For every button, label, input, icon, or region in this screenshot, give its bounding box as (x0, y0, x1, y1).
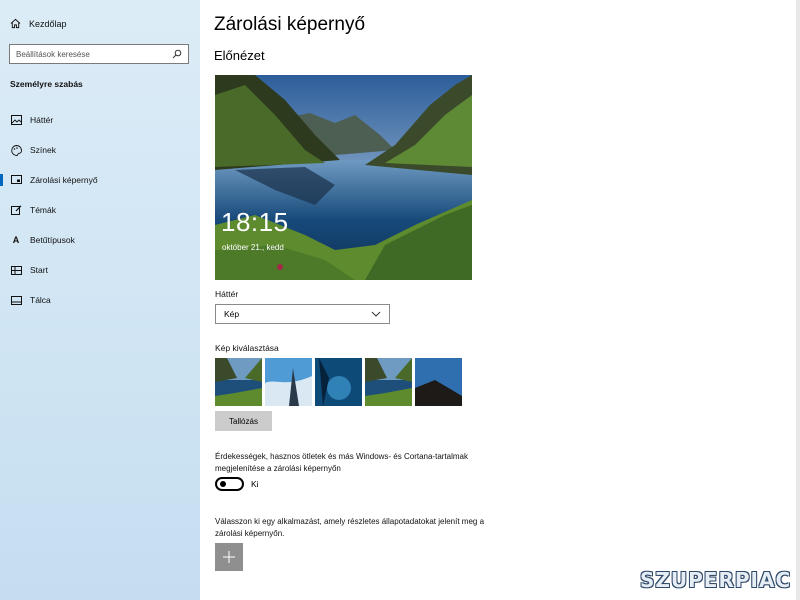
plus-icon (223, 551, 235, 563)
picture-thumbnail[interactable] (415, 358, 462, 406)
page-title: Zárolási képernyő (214, 14, 366, 35)
font-icon: A (12, 235, 20, 245)
picture-thumbnail[interactable] (365, 358, 412, 406)
preview-date: október 21., kedd (222, 243, 284, 252)
sidebar-item-label: Témák (30, 205, 56, 215)
background-label: Háttér (215, 289, 239, 299)
chevron-down-icon (371, 311, 381, 317)
home-link[interactable]: Kezdőlap (10, 18, 67, 29)
start-icon (10, 264, 22, 276)
sidebar-item-taskbar[interactable]: Tálca (0, 288, 200, 312)
choose-picture-label: Kép kiválasztása (215, 343, 279, 353)
section-title: Személyre szabás (10, 79, 83, 89)
sidebar-item-colors[interactable]: Színek (0, 138, 200, 162)
browse-button[interactable]: Tallózás (215, 411, 272, 431)
sidebar-item-label: Betűtípusok (30, 235, 75, 245)
watermark-logo: SZUPERPIAC (640, 568, 792, 592)
main-content: Zárolási képernyő Előnézet 18:15 október… (200, 0, 800, 600)
lock-screen-preview: 18:15 október 21., kedd (215, 75, 472, 280)
preview-clock: 18:15 (221, 207, 289, 237)
sidebar-item-fonts[interactable]: A Betűtípusok (0, 228, 200, 252)
sidebar-item-lock-screen[interactable]: Zárolási képernyő (0, 168, 200, 192)
image-icon (10, 114, 22, 126)
preview-heading: Előnézet (214, 48, 265, 63)
add-app-button[interactable] (215, 543, 243, 571)
sidebar: Kezdőlap Személyre szabás Háttér Színek … (0, 0, 200, 600)
tips-toggle[interactable] (215, 477, 244, 491)
brush-icon (10, 204, 22, 216)
picture-thumbnail[interactable] (265, 358, 312, 406)
search-icon[interactable] (172, 49, 182, 59)
home-label: Kezdőlap (29, 18, 67, 29)
picture-thumbnails (215, 358, 462, 406)
picture-thumbnail[interactable] (215, 358, 262, 406)
home-icon (10, 18, 21, 29)
sidebar-item-start[interactable]: Start (0, 258, 200, 282)
sidebar-item-label: Zárolási képernyő (30, 175, 98, 185)
background-dropdown[interactable]: Kép (215, 304, 390, 324)
detailed-status-description: Válasszon ki egy alkalmazást, amely rész… (215, 517, 485, 538)
picture-thumbnail[interactable] (315, 358, 362, 406)
sidebar-item-background[interactable]: Háttér (0, 108, 200, 132)
scrollbar-track[interactable] (796, 0, 800, 600)
tips-toggle-state: Ki (251, 479, 259, 489)
sidebar-item-themes[interactable]: Témák (0, 198, 200, 222)
sidebar-item-label: Háttér (30, 115, 54, 125)
background-dropdown-value: Kép (224, 309, 240, 319)
lock-screen-icon (10, 174, 22, 186)
search-box[interactable] (9, 44, 189, 64)
sidebar-item-label: Tálca (30, 295, 51, 305)
taskbar-icon (10, 294, 22, 306)
tips-description: Érdekességek, hasznos ötletek és más Win… (215, 452, 468, 473)
sidebar-item-label: Start (30, 265, 48, 275)
search-input[interactable] (16, 49, 156, 59)
sidebar-item-label: Színek (30, 145, 56, 155)
palette-icon (10, 144, 22, 156)
